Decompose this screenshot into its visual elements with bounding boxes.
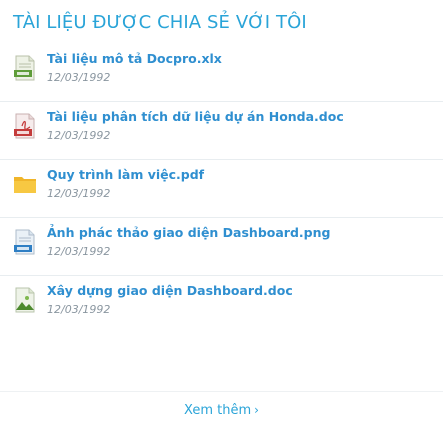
document-item[interactable]: Ảnh phác thảo giao diện Dashboard.png 12… [0,218,443,276]
document-item[interactable]: Quy trình làm việc.pdf 12/03/1992 [0,160,443,218]
document-item[interactable]: Tài liệu mô tả Docpro.xlx 12/03/1992 [0,44,443,102]
document-date: 12/03/1992 [47,129,111,142]
document-name[interactable]: Ảnh phác thảo giao diện Dashboard.png [47,225,330,240]
document-item[interactable]: Xây dựng giao diện Dashboard.doc 12/03/1… [0,276,443,333]
folder-icon [14,177,36,193]
document-date: 12/03/1992 [47,71,111,84]
panel-title: TÀI LIỆU ĐƯỢC CHIA SẺ VỚI TÔI [13,12,307,33]
spreadsheet-file-icon [14,55,35,81]
document-name[interactable]: Tài liệu mô tả Docpro.xlx [47,51,222,66]
image-file-icon [15,287,35,313]
document-file-icon [14,229,35,255]
document-list: Tài liệu mô tả Docpro.xlx 12/03/1992 Tài… [0,44,443,333]
chevron-right-icon: › [254,403,259,417]
document-date: 12/03/1992 [47,245,111,258]
document-name[interactable]: Tài liệu phân tích dữ liệu dự án Honda.d… [47,109,344,124]
document-name[interactable]: Xây dựng giao diện Dashboard.doc [47,283,293,298]
pdf-file-icon [14,113,35,139]
footer-divider [0,391,443,392]
document-item[interactable]: Tài liệu phân tích dữ liệu dự án Honda.d… [0,102,443,160]
document-name[interactable]: Quy trình làm việc.pdf [47,167,204,182]
see-more-link[interactable]: Xem thêm › [184,403,259,418]
document-date: 12/03/1992 [47,187,111,200]
see-more-label[interactable]: Xem thêm [184,403,251,418]
document-date: 12/03/1992 [47,303,111,316]
